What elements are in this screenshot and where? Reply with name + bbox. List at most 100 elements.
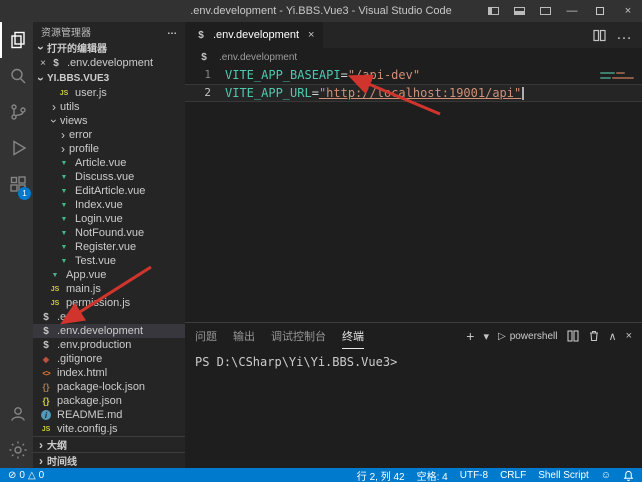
activitybar-extensions[interactable]: 1 (0, 166, 33, 202)
indentation-status[interactable]: 空格: 4 (417, 468, 448, 482)
toggle-panel-icon[interactable] (506, 0, 532, 22)
tree-item-.gitignore[interactable]: ◆.gitignore (33, 352, 185, 366)
activitybar-explorer[interactable] (0, 22, 33, 58)
file-label: README.md (57, 409, 122, 421)
activitybar-source-control[interactable] (0, 94, 33, 130)
chevron-down-icon: › (36, 73, 46, 85)
tree-item-Register.vue[interactable]: ▼Register.vue (33, 240, 185, 254)
tree-item-main.js[interactable]: JSmain.js (33, 282, 185, 296)
tree-item-package-lock.json[interactable]: {}package-lock.json (33, 380, 185, 394)
minimap-line (600, 77, 611, 79)
split-terminal-icon[interactable] (567, 330, 579, 342)
code-line-1[interactable]: 1VITE_APP_BASEAPI="/api-dev" (185, 66, 642, 84)
kill-terminal-icon[interactable] (588, 330, 600, 342)
file-label: Register.vue (75, 241, 136, 253)
project-name-label: YI.BBS.VUE3 (47, 73, 109, 84)
file-label: NotFound.vue (75, 227, 144, 239)
tree-item-utils[interactable]: ›utils (33, 100, 185, 114)
run-debug-icon (8, 138, 28, 158)
tree-item-.env[interactable]: $.env (33, 310, 185, 324)
editor-more-actions-icon[interactable]: … (616, 26, 632, 44)
outline-section-header[interactable]: › 大纲 (33, 436, 185, 452)
code-area[interactable]: 1VITE_APP_BASEAPI="/api-dev"2VITE_APP_UR… (185, 66, 642, 102)
activitybar-settings[interactable] (0, 432, 33, 468)
open-editors-header[interactable]: › 打开的编辑器 (33, 40, 185, 55)
cursor-position[interactable]: 行 2, 列 42 (357, 468, 405, 482)
tree-item-.env.production[interactable]: $.env.production (33, 338, 185, 352)
close-button[interactable]: × (614, 0, 642, 22)
split-editor-icon[interactable] (593, 29, 606, 42)
panel-tab-output[interactable]: 输出 (233, 323, 255, 349)
open-editor-item[interactable]: × $ .env.development (33, 55, 185, 71)
tree-item-views[interactable]: ›views (33, 114, 185, 128)
more-actions-icon[interactable]: … (167, 26, 177, 37)
code-line-2[interactable]: 2VITE_APP_URL="http://localhost:19001/ap… (185, 84, 642, 102)
tree-item-.env.development[interactable]: $.env.development (33, 324, 185, 338)
tree-item-Discuss.vue[interactable]: ▼Discuss.vue (33, 170, 185, 184)
tree-item-README.md[interactable]: iREADME.md (33, 408, 185, 422)
tree-item-NotFound.vue[interactable]: ▼NotFound.vue (33, 226, 185, 240)
tree-item-EditArticle.vue[interactable]: ▼EditArticle.vue (33, 184, 185, 198)
outline-label: 大纲 (47, 437, 67, 452)
minimize-button[interactable]: — (558, 0, 586, 22)
tree-item-Login.vue[interactable]: ▼Login.vue (33, 212, 185, 226)
json-lock-file-icon: {} (39, 381, 53, 393)
timeline-section-header[interactable]: › 时间线 (33, 452, 185, 468)
new-terminal-icon[interactable]: + (466, 328, 474, 344)
tree-item-App.vue[interactable]: ▼App.vue (33, 268, 185, 282)
vue-file-icon: ▼ (57, 185, 71, 197)
timeline-label: 时间线 (47, 453, 77, 468)
explorer-sidebar: 资源管理器 … › 打开的编辑器 × $ .env.development › … (33, 22, 185, 468)
activity-bar: 1 (0, 22, 33, 468)
panel-tab-debug-console[interactable]: 调试控制台 (271, 323, 326, 349)
activitybar-account[interactable] (0, 396, 33, 432)
tree-item-index.html[interactable]: <>index.html (33, 366, 185, 380)
editor-tabbar: $ .env.development × … (185, 22, 642, 48)
notifications-bell-icon[interactable] (623, 470, 634, 481)
maximize-button[interactable] (586, 0, 614, 22)
tree-item-Index.vue[interactable]: ▼Index.vue (33, 198, 185, 212)
shell-selector[interactable]: ▷ powershell (498, 331, 558, 342)
breadcrumb[interactable]: $ .env.development (185, 48, 642, 66)
js-file-icon: JS (57, 87, 71, 99)
minimap[interactable] (596, 68, 642, 128)
tree-item-package.json[interactable]: {}package.json (33, 394, 185, 408)
shellscript-file-icon: $ (197, 51, 211, 63)
tree-item-profile[interactable]: ›profile (33, 142, 185, 156)
tree-item-error[interactable]: ›error (33, 128, 185, 142)
panel-header: 问题输出调试控制台终端 + ▾ ▷ powershell ∧ × (185, 323, 642, 349)
toggle-sidebar-icon[interactable] (480, 0, 506, 22)
line-number: 1 (185, 66, 211, 84)
project-section-header[interactable]: › YI.BBS.VUE3 (33, 71, 185, 86)
tree-item-Test.vue[interactable]: ▼Test.vue (33, 254, 185, 268)
breadcrumb-file: .env.development (219, 52, 297, 63)
code-token: "/api-dev" (348, 66, 420, 84)
terminal-output[interactable]: PS D:\CSharp\Yi\Yi.BBS.Vue3> (185, 349, 642, 369)
sidebar-title-row: 资源管理器 … (33, 22, 185, 40)
panel-tab-terminal[interactable]: 终端 (342, 323, 364, 349)
file-label: App.vue (66, 269, 106, 281)
maximize-panel-icon[interactable]: ∧ (609, 330, 617, 343)
tab-close-icon[interactable]: × (308, 29, 314, 41)
tree-item-user.js[interactable]: JSuser.js (33, 86, 185, 100)
panel-tab-problems[interactable]: 问题 (195, 323, 217, 349)
problems-status[interactable]: ⊘0 △0 (8, 470, 44, 481)
tree-item-vite.config.js[interactable]: JSvite.config.js (33, 422, 185, 436)
close-panel-icon[interactable]: × (626, 330, 632, 342)
close-editor-icon[interactable]: × (37, 58, 49, 69)
activitybar-search[interactable] (0, 58, 33, 94)
language-mode[interactable]: Shell Script (538, 470, 589, 481)
file-label: error (69, 129, 92, 141)
tree-item-permission.js[interactable]: JSpermission.js (33, 296, 185, 310)
error-icon: ⊘ (8, 470, 16, 481)
terminal-dropdown-icon[interactable]: ▾ (483, 330, 489, 343)
customize-layout-icon[interactable] (532, 0, 558, 22)
eol-status[interactable]: CRLF (500, 470, 526, 481)
tree-item-Article.vue[interactable]: ▼Article.vue (33, 156, 185, 170)
encoding-status[interactable]: UTF-8 (460, 470, 488, 481)
line-number: 2 (185, 84, 211, 102)
tab-env-development[interactable]: $ .env.development × (185, 22, 323, 48)
chevron-right-icon: › (35, 440, 47, 450)
activitybar-run-debug[interactable] (0, 130, 33, 166)
feedback-smiley-icon[interactable]: ☺ (601, 470, 611, 481)
